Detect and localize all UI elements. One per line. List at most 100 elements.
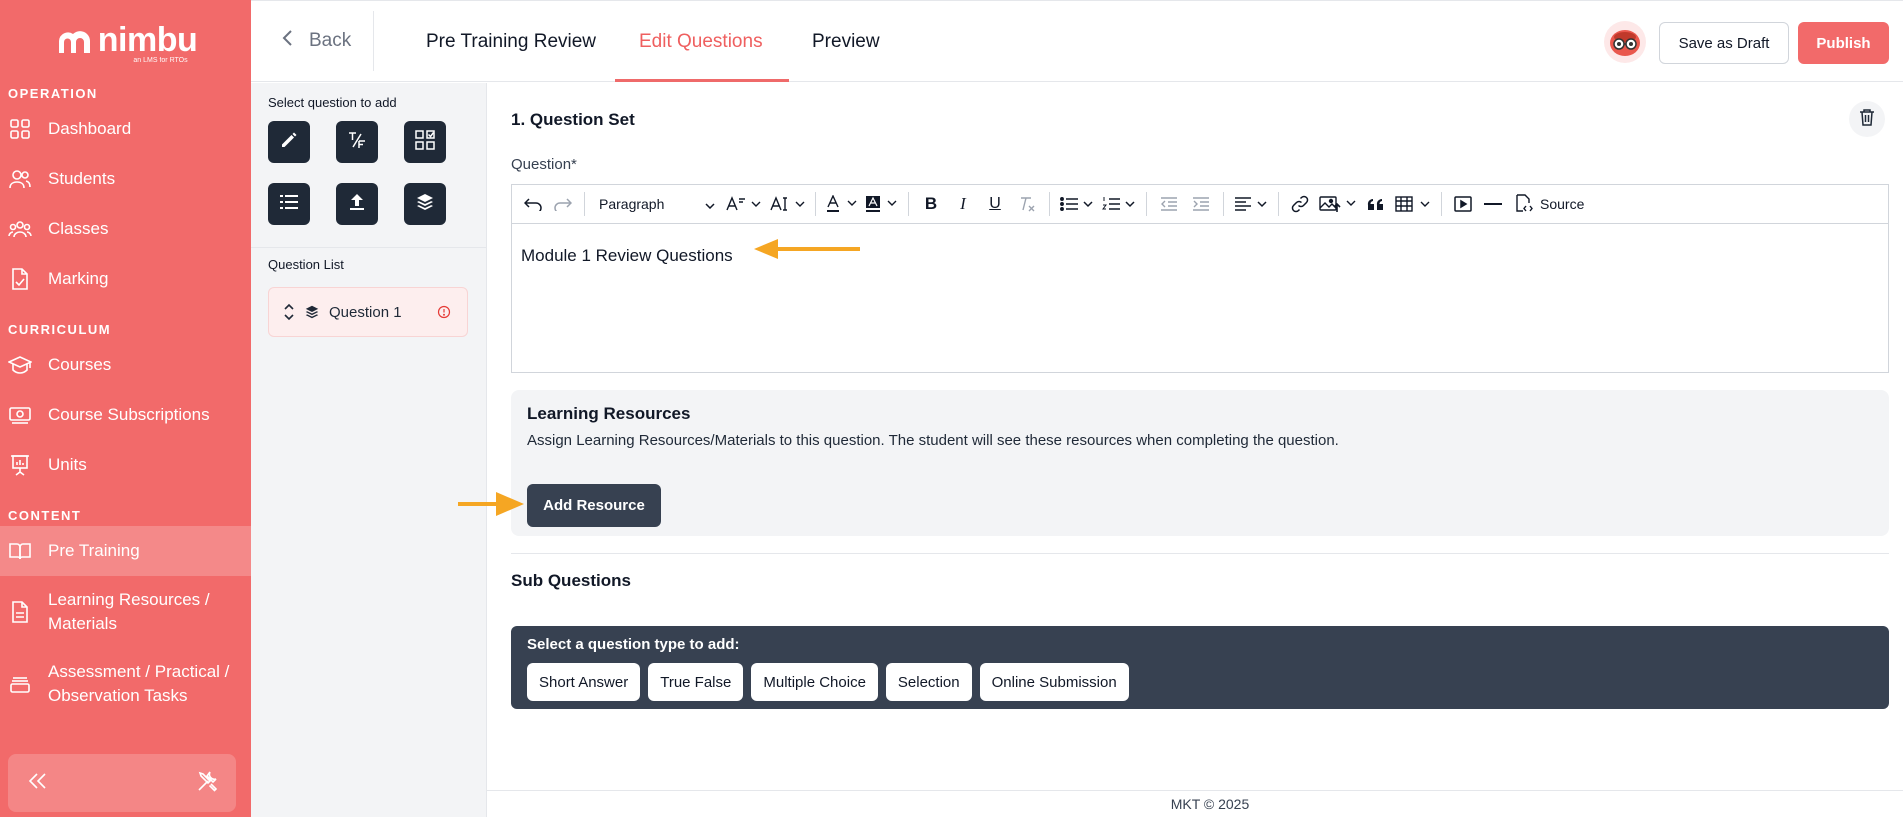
reorder-icon[interactable] [283,303,295,321]
sidebar-item-dashboard[interactable]: Dashboard [0,104,251,154]
sub-type-short-answer-button[interactable]: Short Answer [527,663,641,701]
avatar[interactable] [1604,21,1646,63]
italic-icon[interactable]: I [947,188,979,220]
back-button[interactable]: Back [281,29,351,53]
pencil-icon [280,131,298,154]
divider [1223,192,1224,216]
insert-table-icon[interactable] [1391,188,1435,220]
divider [373,11,374,71]
source-code-icon [1514,193,1534,216]
add-multiple-choice-button[interactable] [404,121,446,163]
sidebar-item-label: Marking [48,269,109,288]
sidebar: nimbu an LMS for RTOs OPERATION Dashboar… [0,0,251,817]
logo-wordmark: nimbu [97,20,198,59]
sub-type-true-false-button[interactable]: True False [648,663,744,701]
true-false-icon [346,129,368,156]
font-family-icon[interactable] [765,188,809,220]
sub-type-selection-button[interactable]: Selection [885,663,972,701]
graduation-cap-icon [8,353,32,377]
sidebar-item-label: Assessment / Practical / Observation Tas… [48,662,230,705]
learning-resources-description: Assign Learning Resources/Materials to t… [527,432,1339,449]
cloud-logo-icon [58,30,90,53]
tab-preview[interactable]: Preview [812,1,880,83]
section-label-content: CONTENT [8,507,82,523]
sub-question-types: Short Answer True False Multiple Choice … [527,663,1129,701]
sidebar-item-assessment[interactable]: Assessment / Practical / Observation Tas… [0,648,251,720]
money-icon [8,403,32,427]
file-text-icon [8,600,32,624]
add-true-false-button[interactable] [336,121,378,163]
add-question-set-button[interactable] [404,183,446,225]
sidebar-item-marking[interactable]: Marking [0,254,251,304]
multiple-choice-icon [414,129,436,156]
annotation-arrow-right [458,492,524,516]
presentation-icon [8,453,32,477]
add-short-answer-button[interactable] [268,121,310,163]
active-tab-indicator [615,79,789,82]
question-list-item[interactable]: Question 1 [268,287,468,337]
bulleted-list-icon[interactable] [1056,188,1098,220]
sidebar-item-courses[interactable]: Courses [0,340,251,390]
align-icon[interactable] [1230,188,1272,220]
outdent-icon[interactable] [1153,188,1185,220]
sub-type-online-submission-button[interactable]: Online Submission [979,663,1129,701]
sidebar-item-units[interactable]: Units [0,440,251,490]
sidebar-item-label: Courses [48,355,112,374]
sidebar-item-pre-training[interactable]: Pre Training [0,526,251,576]
chevrons-left-icon[interactable] [28,772,48,795]
layers-icon [305,305,319,319]
divider [1441,192,1442,216]
divider [511,553,1889,554]
numbered-list-icon[interactable] [1098,188,1140,220]
sidebar-footer [8,754,236,812]
delete-question-button[interactable] [1849,101,1885,137]
blockquote-icon[interactable] [1361,188,1391,220]
add-resource-button[interactable]: Add Resource [527,484,661,527]
tools-icon[interactable] [196,769,220,798]
divider [1146,192,1147,216]
save-as-draft-button[interactable]: Save as Draft [1659,22,1789,64]
sidebar-item-label: Units [48,455,87,474]
sidebar-item-label: Students [48,169,116,188]
bold-icon[interactable]: B [915,188,947,220]
sidebar-item-students[interactable]: Students [0,154,251,204]
logo[interactable]: nimbu an LMS for RTOs [0,0,251,82]
add-online-submission-button[interactable] [336,183,378,225]
sidebar-item-course-subscriptions[interactable]: Course Subscriptions [0,390,251,440]
font-color-icon[interactable] [822,188,862,220]
chevron-left-icon [281,29,293,53]
indent-icon[interactable] [1185,188,1217,220]
section-label-operation: OPERATION [8,85,98,101]
media-embed-icon[interactable] [1448,188,1478,220]
font-size-icon[interactable] [721,188,765,220]
horizontal-line-icon[interactable] [1478,188,1508,220]
sidebar-item-classes[interactable]: Classes [0,204,251,254]
warning-icon [437,305,451,323]
source-button[interactable]: Source [1508,188,1590,220]
publish-button[interactable]: Publish [1798,22,1889,64]
rich-text-editor: Paragraph B I U Source Module 1 Review Q… [511,184,1889,373]
sidebar-item-label: Pre Training [48,541,140,560]
tab-pre-training-review[interactable]: Pre Training Review [426,1,596,83]
insert-image-icon[interactable] [1315,188,1361,220]
remove-format-icon[interactable] [1011,188,1043,220]
divider [908,192,909,216]
sub-type-multiple-choice-button[interactable]: Multiple Choice [751,663,878,701]
sidebar-item-label: Classes [48,219,109,238]
layers-icon [416,193,434,216]
redo-icon[interactable] [548,188,578,220]
question-editor-content[interactable]: Module 1 Review Questions [512,224,1888,372]
underline-icon[interactable]: U [979,188,1011,220]
sidebar-item-learning-resources[interactable]: Learning Resources / Materials [0,576,251,648]
add-selection-button[interactable] [268,183,310,225]
logo-tagline: an LMS for RTOs [133,56,188,64]
undo-icon[interactable] [518,188,548,220]
select-question-label: Select question to add [268,95,397,110]
divider [815,192,816,216]
background-color-icon[interactable] [862,188,902,220]
section-label-curriculum: CURRICULUM [8,321,112,337]
tab-edit-questions[interactable]: Edit Questions [639,1,763,83]
link-icon[interactable] [1285,188,1315,220]
paragraph-select[interactable]: Paragraph [591,188,721,220]
sub-questions-title: Sub Questions [511,571,631,590]
